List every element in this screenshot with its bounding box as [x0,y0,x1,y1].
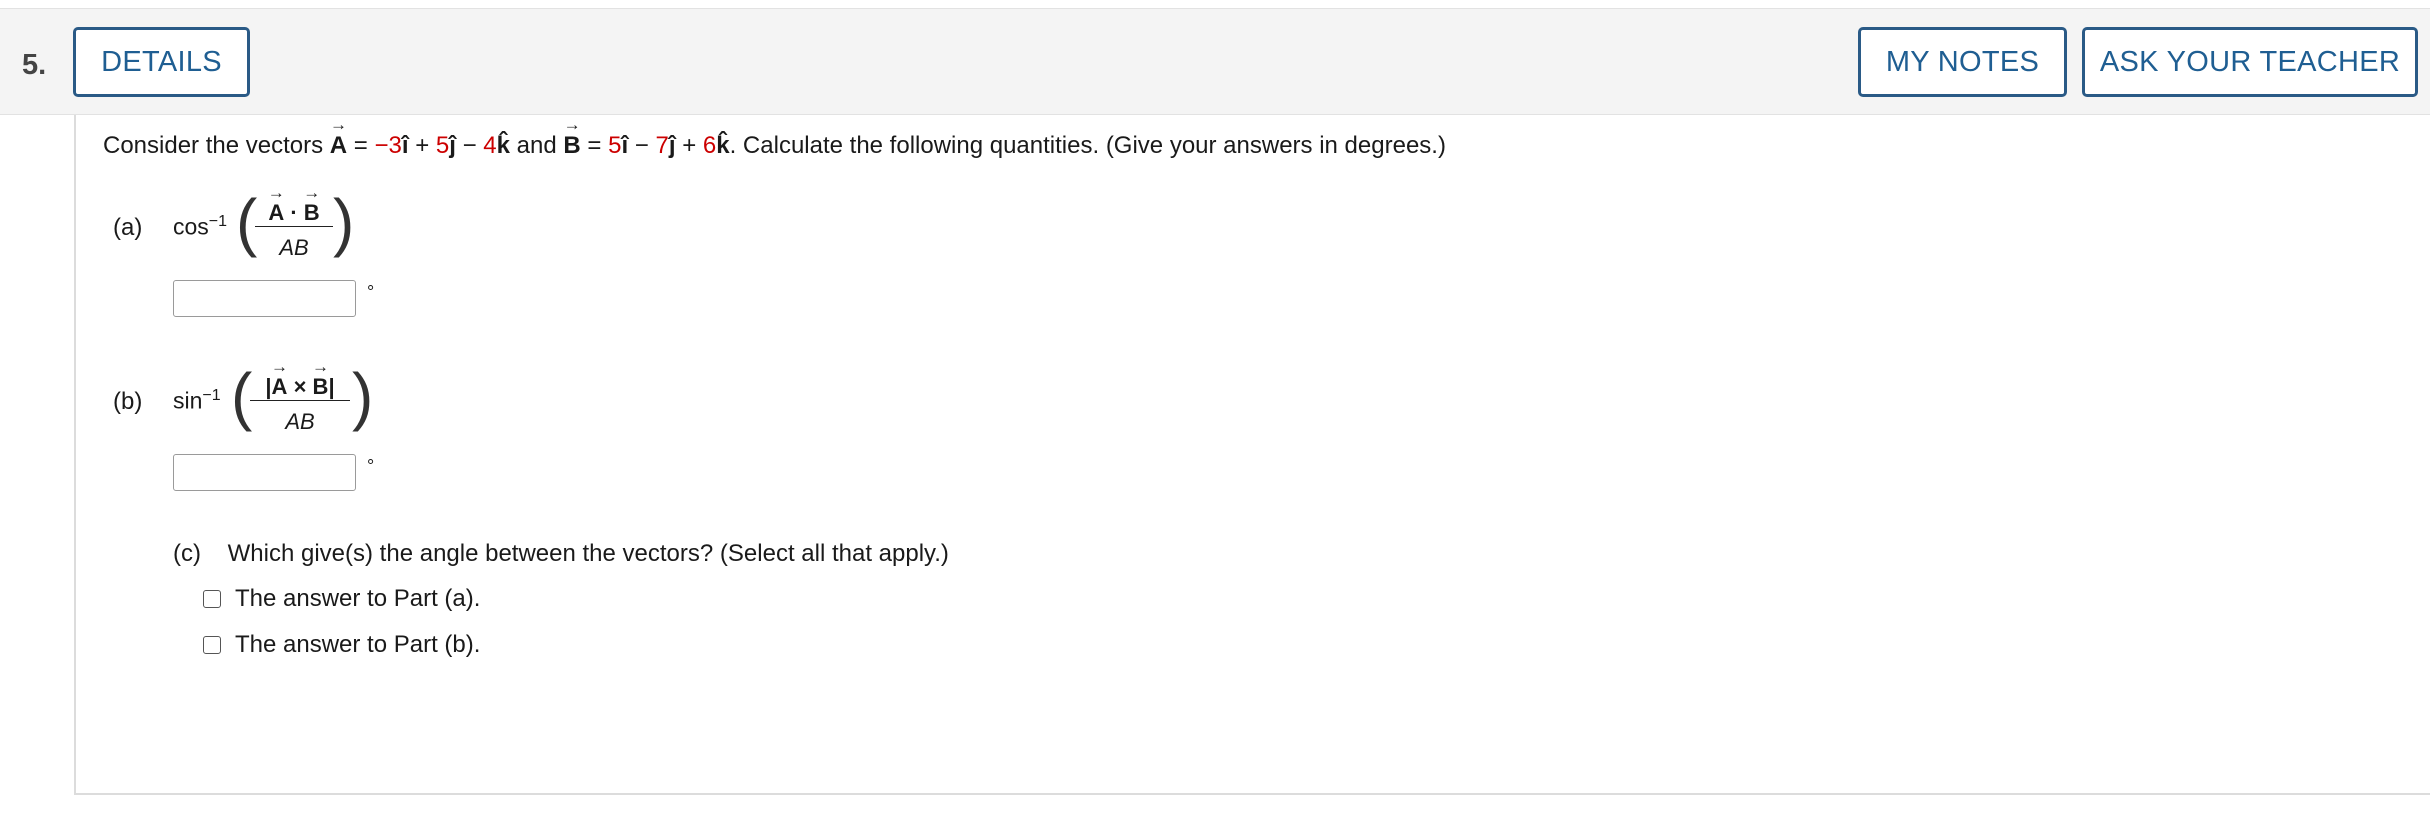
part-c-option-b-checkbox[interactable] [203,636,221,654]
part-c-question: (c) Which give(s) the angle between the … [173,540,949,568]
part-a-fraction: A · B AB [255,200,333,261]
part-a-degree-unit: ° [367,282,375,302]
coef-b-j: 7 [655,132,669,159]
part-a-right-paren: ) [333,186,355,258]
part-a-label: (a) [113,214,143,241]
part-c-option-a-checkbox[interactable] [203,590,221,608]
question-prompt: Consider the vectors A = −3î + 5ĵ − 4k̂ … [103,132,1446,160]
part-c-option-a[interactable]: The answer to Part (a). [203,585,480,613]
vector-a-symbol: A [330,132,347,160]
part-b-right-paren: ) [352,360,374,432]
vector-b-symbol: B [563,132,580,160]
part-b-function: sin−1 [173,387,221,414]
part-c-option-a-label: The answer to Part (a). [235,585,481,612]
coef-a-i: −3 [374,132,402,159]
coef-a-j: 5 [435,132,450,159]
part-b-answer-input[interactable] [173,454,356,491]
part-c-label: (c) [173,540,201,567]
part-a-answer-input[interactable] [173,280,356,317]
coef-b-i: 5 [608,132,622,159]
coef-a-k: 4 [483,132,497,159]
question-panel [74,115,2430,795]
part-c-text: Which give(s) the angle between the vect… [227,540,949,567]
my-notes-button[interactable]: MY NOTES [1858,27,2067,97]
part-a-function: cos−1 [173,213,228,240]
part-b-fraction: |A × B| AB [250,374,350,435]
part-c-option-b-label: The answer to Part (b). [235,631,481,658]
part-b-degree-unit: ° [367,456,375,476]
ask-your-teacher-button[interactable]: ASK YOUR TEACHER [2082,27,2418,97]
part-c-option-b[interactable]: The answer to Part (b). [203,631,480,659]
coef-b-k: 6 [702,132,717,159]
question-number: 5. [22,49,47,81]
details-button[interactable]: DETAILS [73,27,250,97]
question-header: 5. DETAILS MY NOTES ASK YOUR TEACHER [0,8,2430,115]
part-b-label: (b) [113,388,143,415]
